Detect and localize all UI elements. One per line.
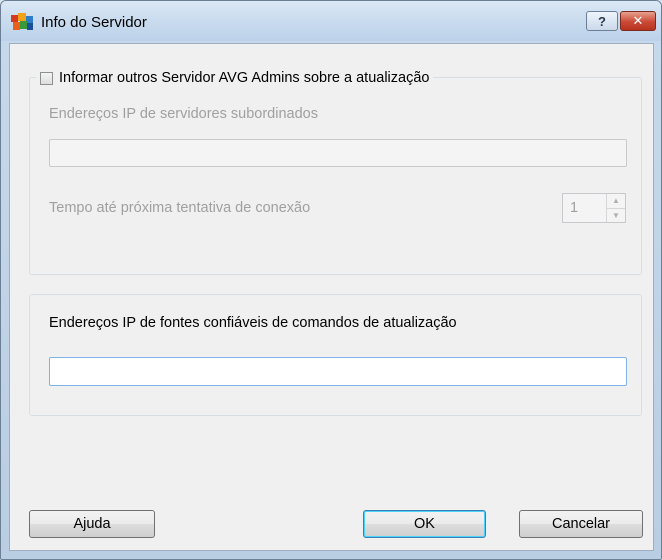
subordinate-ip-label: Endereços IP de servidores subordinados bbox=[49, 106, 318, 122]
subordinate-ip-input[interactable] bbox=[49, 139, 627, 167]
question-icon: ? bbox=[598, 13, 606, 29]
notify-servers-label[interactable]: Informar outros Servidor AVG Admins sobr… bbox=[59, 70, 429, 86]
dialog-body: Informar outros Servidor AVG Admins sobr… bbox=[9, 43, 654, 551]
dialog-window: Info do Servidor ? ✕ Informar outros Ser… bbox=[0, 0, 662, 560]
help-title-button[interactable]: ? bbox=[586, 11, 618, 31]
retry-time-label: Tempo até próxima tentativa de conexão bbox=[49, 200, 311, 216]
trusted-sources-group bbox=[29, 294, 642, 416]
ok-button[interactable]: OK bbox=[363, 510, 486, 538]
close-icon: ✕ bbox=[632, 13, 644, 28]
cancel-button[interactable]: Cancelar bbox=[519, 510, 643, 538]
spin-up-icon[interactable]: ▲ bbox=[607, 194, 625, 208]
title-bar[interactable]: Info do Servidor ? ✕ bbox=[1, 1, 661, 41]
spin-down-icon[interactable]: ▼ bbox=[607, 207, 625, 223]
help-button[interactable]: Ajuda bbox=[29, 510, 155, 538]
retry-time-stepper[interactable]: 1 ▲ ▼ bbox=[562, 193, 626, 223]
avg-logo-icon bbox=[11, 13, 33, 30]
trusted-ip-label: Endereços IP de fontes confiáveis de com… bbox=[49, 315, 457, 331]
window-title: Info do Servidor bbox=[41, 14, 147, 31]
notify-servers-legend[interactable]: Informar outros Servidor AVG Admins sobr… bbox=[36, 69, 434, 87]
retry-time-value[interactable]: 1 bbox=[563, 194, 606, 222]
close-button[interactable]: ✕ bbox=[620, 11, 656, 31]
spin-arrows: ▲ ▼ bbox=[606, 194, 625, 222]
trusted-ip-input[interactable] bbox=[49, 357, 627, 386]
notify-servers-checkbox[interactable] bbox=[40, 71, 53, 85]
